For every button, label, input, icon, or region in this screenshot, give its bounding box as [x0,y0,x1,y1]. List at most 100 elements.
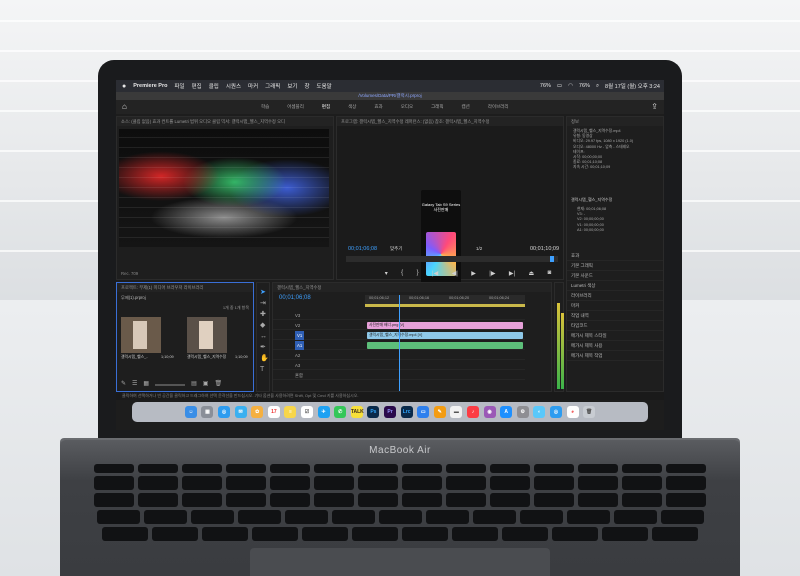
messages-icon[interactable]: ✆ [334,406,347,418]
zoom-select[interactable]: 맞추기 [390,246,402,252]
keyboard-key[interactable] [402,476,442,490]
keyboard-key[interactable] [566,510,610,524]
timeline-tab[interactable]: 갤럭시탭_헬스_지역수정 [273,283,551,292]
ws-tab-audio[interactable]: 오디오 [401,104,413,110]
timeline-clip[interactable]: 갤럭시탭_헬스_지역수정.mp4 [V] [367,332,523,339]
keyboard-key[interactable] [182,464,222,473]
project-panel-tabs[interactable]: 프로젝트: 무제(1) 미디어 브라우저 라이브러리 [117,283,253,292]
timeline-timecode[interactable]: 00;01;06;08 [279,295,311,301]
keyboard-key[interactable] [602,527,648,541]
export-frame-icon[interactable]: ◙ [548,270,552,276]
track-select-icon[interactable]: ⇥ [260,298,269,309]
lightroom-classic-icon[interactable]: Lrc [400,406,413,418]
notes-icon[interactable]: ≡ [284,406,297,418]
photoshop-icon[interactable]: Ps [367,406,380,418]
launchpad-icon[interactable]: ▦ [201,406,214,418]
menu-clip[interactable]: 클립 [209,82,219,90]
keyboard-key[interactable] [552,527,598,541]
timeline-clip[interactable]: 사전판매 배너.png [V] [367,322,523,329]
keyboard-key[interactable] [660,510,704,524]
folder-icon[interactable]: ▬ [450,406,463,418]
new-bin-icon[interactable]: ▤ [191,380,197,387]
app-store-icon[interactable]: A [500,406,513,418]
search-icon[interactable]: ⌕ [596,83,599,90]
source-panel-tabs[interactable]: 소스: (클립 없음) 효과 컨트롤 Lumetri 범위 오디오 클립 믹서:… [117,117,333,126]
keyboard-key[interactable] [352,527,398,541]
keyboard-key[interactable] [578,476,618,490]
pencil-icon[interactable]: ✎ [121,380,126,387]
razor-icon[interactable]: ◆ [260,320,269,331]
podcasts-icon[interactable]: ◉ [483,406,496,418]
clock[interactable]: 8월 17일 (월) 오후 3:24 [605,82,660,90]
list-view-icon[interactable]: ☰ [132,380,137,387]
safari-icon[interactable]: ◎ [218,406,231,418]
keyboard-key[interactable] [578,464,618,473]
battery-icon[interactable]: ▭ [557,83,562,89]
keyboard-key[interactable] [452,527,498,541]
keyboard-key[interactable] [446,464,486,473]
selection-tool-icon[interactable]: ➤ [260,287,269,298]
keyboard-key[interactable] [314,476,354,490]
keyboard-key[interactable] [358,476,398,490]
keyboard-key[interactable] [666,464,706,473]
system-preferences-icon[interactable]: ⚙ [516,406,529,418]
keyboard-key[interactable] [519,510,563,524]
menu-sequence[interactable]: 시퀀스 [226,82,241,90]
slip-icon[interactable]: ↔ [260,331,269,342]
keyboard-key[interactable] [534,476,574,490]
track-label[interactable]: V3 [295,311,300,320]
keyboard-key[interactable] [358,464,398,473]
hand-icon[interactable]: ✋ [260,353,269,364]
panel-list-item[interactable]: 메가시 제목 사용 [567,341,663,351]
ripple-edit-icon[interactable]: ✚ [260,309,269,320]
keyboard-key[interactable] [270,493,310,507]
menu-help[interactable]: 도움말 [317,82,332,90]
keyboard-key[interactable] [666,493,706,507]
mail-icon[interactable]: ✉ [234,406,247,418]
reminders-icon[interactable]: ☑ [301,406,314,418]
menu-view[interactable]: 보기 [287,82,297,90]
in-point-icon[interactable]: { [401,270,403,276]
keyboard-key[interactable] [102,527,148,541]
keyboard-key[interactable] [94,476,134,490]
keyboard-key[interactable] [270,464,310,473]
lift-icon[interactable]: ⏏ [529,270,535,277]
go-to-out-icon[interactable]: ▶| [509,270,515,277]
keyboard-key[interactable] [190,510,234,524]
type-icon[interactable]: T [260,364,269,375]
menu-edit[interactable]: 편집 [192,82,202,90]
keyboard-key[interactable] [534,464,574,473]
timeline-ruler[interactable]: 00;01;06;12 00;01;06;16 00;01;06;20 00;0… [365,295,525,307]
keyboard-key[interactable] [502,527,548,541]
pages-icon[interactable]: ✎ [433,406,446,418]
keyboard-key[interactable] [666,476,706,490]
project-thumbnail[interactable] [121,317,161,353]
panel-list-item[interactable]: 효과 [567,251,663,261]
pen-icon[interactable]: ✒ [260,342,269,353]
keyboard-key[interactable] [94,493,134,507]
out-point-icon[interactable]: } [417,270,419,276]
keyboard-key[interactable] [490,476,530,490]
ws-tab-assembly[interactable]: 어셈블리 [287,104,304,110]
step-forward-icon[interactable]: |▶ [489,270,495,277]
keyboard-key[interactable] [252,527,298,541]
panel-list-item[interactable]: 마커 [567,301,663,311]
app-menu[interactable]: Premiere Pro [133,83,167,89]
track-label[interactable]: A3 [295,361,300,370]
icon-view-icon[interactable]: ▦ [143,380,149,387]
timeline-clip[interactable] [367,342,523,349]
project-thumbnail[interactable] [187,317,227,353]
keyboard-key[interactable] [534,493,574,507]
keyboard-key[interactable] [358,493,398,507]
trash-bin-icon[interactable]: 🗑 [583,406,596,418]
home-icon[interactable]: ⌂ [122,103,130,111]
keyboard-key[interactable] [182,476,222,490]
keynote-icon[interactable]: ▭ [417,406,430,418]
keyboard-key[interactable] [652,527,698,541]
share-icon[interactable]: ⇪ [651,102,658,111]
keyboard-key[interactable] [402,527,448,541]
menu-graphics[interactable]: 그래픽 [265,82,280,90]
keyboard-key[interactable] [138,493,178,507]
panel-list-item[interactable]: Lumetri 색상 [567,281,663,291]
keyboard-key[interactable] [622,493,662,507]
